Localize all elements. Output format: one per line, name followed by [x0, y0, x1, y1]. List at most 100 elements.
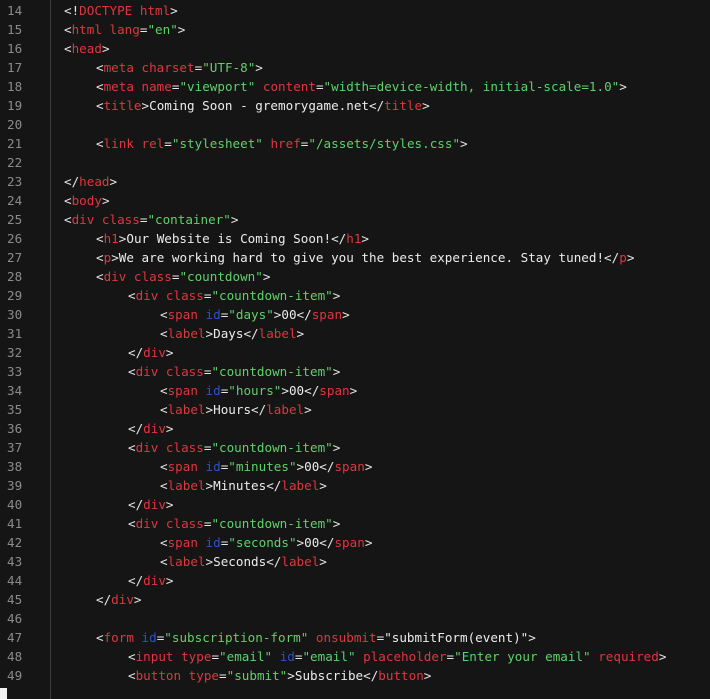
code-line[interactable]: 28 <div class="countdown">	[0, 267, 710, 286]
code-line[interactable]: 20	[0, 115, 710, 134]
code-token: Our Website is Coming Soon!	[126, 231, 332, 246]
line-number: 22	[7, 155, 23, 170]
code-text: </head>	[64, 172, 117, 191]
line-number: 39	[7, 478, 23, 493]
code-line[interactable]: 36 </div>	[0, 419, 710, 438]
code-line[interactable]: 42 <span id="seconds">00</span>	[0, 533, 710, 552]
line-number: 21	[7, 136, 23, 151]
code-token: <	[96, 79, 104, 94]
line-number: 17	[7, 60, 23, 75]
code-token: onsubmit	[308, 630, 377, 645]
code-token: Subscribe	[294, 668, 364, 683]
code-line[interactable]: 25 <div class="container">	[0, 210, 710, 229]
code-line[interactable]: 45 </div>	[0, 590, 710, 609]
code-token: >	[111, 250, 119, 265]
code-token: required	[590, 649, 659, 664]
code-token: div	[71, 212, 95, 227]
code-token: title	[103, 98, 142, 113]
code-token: 00	[304, 459, 320, 474]
code-line[interactable]: 27 <p>We are working hard to give you the…	[0, 248, 710, 267]
code-token: "email"	[219, 649, 273, 664]
code-token: >	[262, 269, 271, 284]
text-cursor	[0, 688, 7, 699]
code-token: "stylesheet"	[171, 136, 263, 151]
line-number: 38	[7, 459, 23, 474]
code-token: "en"	[147, 22, 178, 37]
code-token: >	[205, 478, 214, 493]
code-line[interactable]: 31 <label>Days</label>	[0, 324, 710, 343]
code-line[interactable]: 19 <title>Coming Soon - gremorygame.net</…	[0, 96, 710, 115]
code-token: lang	[101, 22, 140, 37]
code-token: >	[101, 193, 110, 208]
code-line[interactable]: 43 <label>Seconds</label>	[0, 552, 710, 571]
code-token: <	[128, 364, 136, 379]
code-editor[interactable]: 14 <!DOCTYPE html> 15 <html lang="en"> 16 <he…	[0, 0, 710, 699]
code-line[interactable]: 15 <html lang="en">	[0, 20, 710, 39]
code-line[interactable]: 47 <form id="subscription-form" onsubmit=…	[0, 628, 710, 647]
code-token: =	[446, 649, 455, 664]
code-line[interactable]: 22	[0, 153, 710, 172]
line-number: 45	[7, 592, 23, 607]
code-line[interactable]: 18 <meta name="viewport" content="width=d…	[0, 77, 710, 96]
code-token: Minutes	[213, 478, 267, 493]
code-token: <	[96, 269, 104, 284]
code-token: label	[167, 402, 206, 417]
code-token: 00	[304, 535, 320, 550]
code-token: >	[361, 231, 370, 246]
code-line[interactable]: 24 <body>	[0, 191, 710, 210]
code-line[interactable]: 49 <button type="submit">Subscribe</butto…	[0, 666, 710, 685]
code-token: "email"	[302, 649, 356, 664]
code-line[interactable]: 32 </div>	[0, 343, 710, 362]
code-token: >	[205, 554, 214, 569]
code-line[interactable]: 39 <label>Minutes</label>	[0, 476, 710, 495]
code-line[interactable]: 35 <label>Hours</label>	[0, 400, 710, 419]
line-number: 26	[7, 231, 23, 246]
code-token: </	[304, 383, 320, 398]
code-line[interactable]: 33 <div class="countdown-item">	[0, 362, 710, 381]
code-text: <head>	[64, 39, 110, 58]
code-text: <meta name="viewport" content="width=dev…	[96, 77, 627, 96]
code-token: div	[143, 497, 166, 512]
code-token: </	[64, 174, 80, 189]
code-line[interactable]: 26 <h1>Our Website is Coming Soon!</h1>	[0, 229, 710, 248]
code-text: <div class="countdown">	[96, 267, 270, 286]
code-token: >	[422, 98, 430, 113]
code-line[interactable]: 34 <span id="hours">00</span>	[0, 381, 710, 400]
code-token: label	[258, 326, 297, 341]
code-line[interactable]: 21 <link rel="stylesheet" href="/assets/s…	[0, 134, 710, 153]
code-text: </div>	[128, 571, 174, 590]
code-token: meta	[103, 79, 134, 94]
code-token: href	[262, 136, 301, 151]
code-text: <button type="submit">Subscribe</button>	[128, 666, 431, 685]
code-line[interactable]: 48 <input type="email" id="email" placeho…	[0, 647, 710, 666]
code-token: div	[143, 573, 166, 588]
code-token: type	[181, 668, 220, 683]
line-number: 34	[7, 383, 23, 398]
code-token: 00	[288, 383, 305, 398]
code-line[interactable]: 44 </div>	[0, 571, 710, 590]
code-token: div	[111, 592, 134, 607]
code-line[interactable]: 40 </div>	[0, 495, 710, 514]
code-token: >	[141, 98, 150, 113]
code-line[interactable]: 38 <span id="minutes">00</span>	[0, 457, 710, 476]
code-line[interactable]: 29 <div class="countdown-item">	[0, 286, 710, 305]
code-token: "submitForm(event)"	[384, 630, 529, 645]
code-token: >	[165, 497, 174, 512]
code-token: html	[132, 3, 171, 18]
code-line[interactable]: 14 <!DOCTYPE html>	[0, 1, 710, 20]
code-line[interactable]: 41 <div class="countdown-item">	[0, 514, 710, 533]
code-line[interactable]: 17 <meta charset="UTF-8">	[0, 58, 710, 77]
code-token: <	[128, 516, 136, 531]
code-token: <	[64, 212, 72, 227]
code-token: </	[96, 592, 112, 607]
line-number: 29	[7, 288, 23, 303]
line-number: 47	[7, 630, 23, 645]
code-line[interactable]: 37 <div class="countdown-item">	[0, 438, 710, 457]
line-number: 48	[7, 649, 23, 664]
code-token: >	[296, 326, 305, 341]
code-line[interactable]: 30 <span id="days">00</span>	[0, 305, 710, 324]
code-line[interactable]: 46	[0, 609, 710, 628]
code-line[interactable]: 16 <head>	[0, 39, 710, 58]
code-line[interactable]: 23 </head>	[0, 172, 710, 191]
code-token: >	[332, 364, 341, 379]
